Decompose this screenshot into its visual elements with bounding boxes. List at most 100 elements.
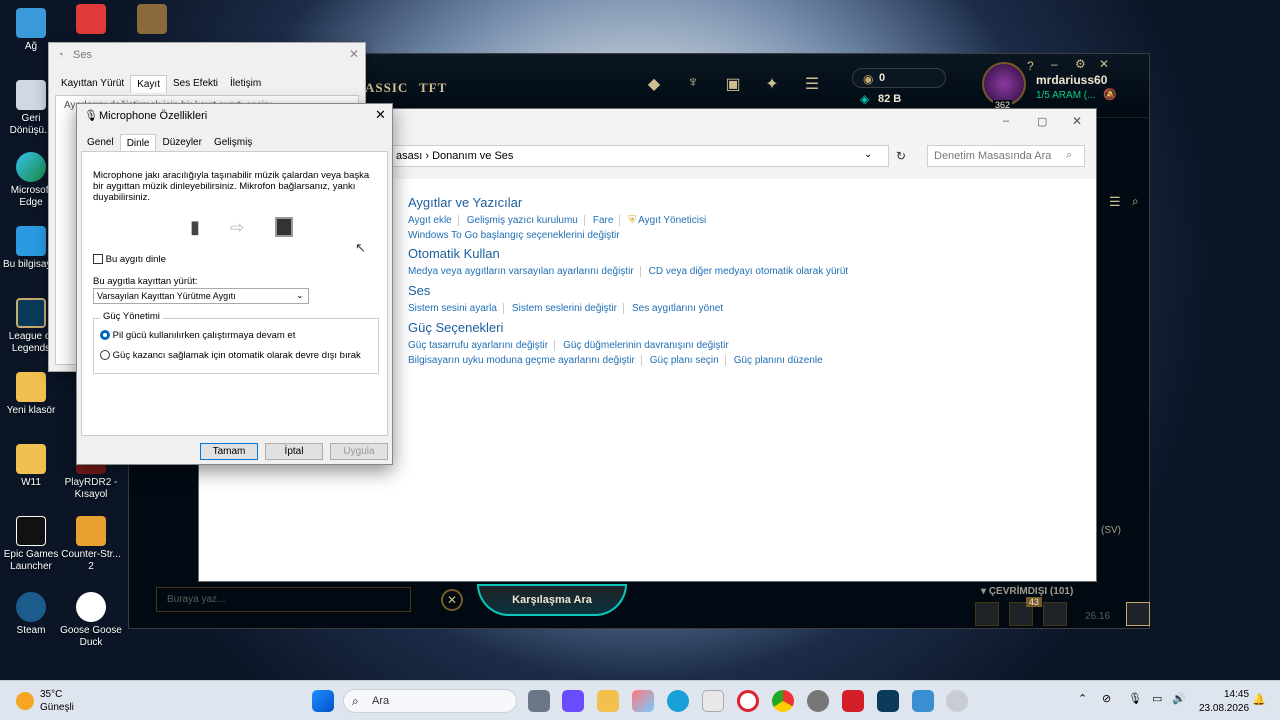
- sound-settings-icon[interactable]: [946, 690, 968, 712]
- ok-button[interactable]: Tamam: [200, 443, 258, 460]
- tab-recording[interactable]: Kayıt: [130, 75, 167, 93]
- apply-button[interactable]: Uygula: [330, 443, 388, 460]
- chevron-down-icon[interactable]: ⌄: [864, 149, 872, 160]
- steam-icon[interactable]: [807, 690, 829, 712]
- minimize-icon[interactable]: –: [1051, 57, 1058, 71]
- playback-device-select[interactable]: Varsayılan Kayıttan Yürütme Aygıtı ⌄: [93, 288, 309, 304]
- radio-selected[interactable]: [100, 330, 110, 341]
- find-match-button[interactable]: Karşılaşma Ara: [477, 584, 627, 616]
- tab-general[interactable]: Genel: [81, 134, 120, 152]
- cancel-queue-icon[interactable]: ✕: [441, 589, 463, 611]
- clock-time[interactable]: 14:45: [1224, 689, 1249, 700]
- desktop-icon-epic[interactable]: Epic Games Launcher: [0, 516, 62, 573]
- league-icon[interactable]: [877, 690, 899, 712]
- power-option-disable[interactable]: Güç kazancı sağlamak için otomatik olara…: [100, 350, 361, 361]
- riot-icon[interactable]: [842, 690, 864, 712]
- help-icon[interactable]: ?: [1027, 59, 1034, 73]
- weather-temp[interactable]: 35°C: [40, 689, 62, 700]
- friends-search-icon[interactable]: ⌕: [1132, 194, 1139, 209]
- tab-levels[interactable]: Düzeyler: [156, 134, 207, 152]
- refresh-icon[interactable]: ↻: [896, 149, 906, 163]
- nav-tft[interactable]: TFT: [419, 80, 447, 96]
- challenges-icon[interactable]: ♆: [682, 74, 704, 96]
- link[interactable]: Güç tasarrufu ayarlarını değiştir: [408, 340, 548, 351]
- tab-playback[interactable]: Kayıttan Yürüt: [55, 75, 130, 93]
- link[interactable]: Fare: [583, 215, 614, 226]
- monitor-icon[interactable]: ▭: [1152, 692, 1162, 705]
- desktop-icon-new-folder[interactable]: Yeni klasör: [0, 372, 62, 417]
- be-counter[interactable]: ◉ 0: [852, 68, 946, 88]
- category-title[interactable]: Otomatik Kullan: [408, 246, 854, 261]
- loot-icon[interactable]: ▣: [722, 74, 744, 96]
- checkbox-box[interactable]: [93, 254, 103, 265]
- nav-classic[interactable]: ASSIC: [365, 80, 408, 96]
- copilot-icon[interactable]: [562, 690, 584, 712]
- power-option-continue[interactable]: Pil gücü kullanılırken çalıştırmaya deva…: [100, 330, 295, 341]
- tab-advanced[interactable]: Gelişmiş: [208, 134, 258, 152]
- chat-input[interactable]: Buraya yaz...: [156, 587, 411, 612]
- start-icon[interactable]: [312, 690, 334, 712]
- tab-communications[interactable]: İletişim: [224, 75, 267, 93]
- desktop-icon-steam[interactable]: Steam: [0, 592, 62, 637]
- desktop-icon-goose[interactable]: Goose Goose Duck: [60, 592, 122, 649]
- desktop-icon-cs2[interactable]: Counter-Str... 2: [60, 516, 122, 573]
- radio-unselected[interactable]: [100, 350, 110, 361]
- link[interactable]: Bilgisayarın uyku moduna geçme ayarların…: [408, 355, 635, 366]
- address-bar[interactable]: asası › Donanım ve Ses ⌄: [389, 145, 889, 167]
- desktop-icon-w11[interactable]: W11: [0, 444, 62, 489]
- chat-mute-icon[interactable]: 🔕: [1103, 88, 1117, 101]
- link[interactable]: Sistem sesini ayarla: [408, 303, 497, 314]
- desktop-icon-app1[interactable]: [60, 4, 122, 37]
- store-icon[interactable]: ☰: [801, 74, 823, 96]
- settings-icon[interactable]: ⚙: [1075, 57, 1086, 71]
- edge-icon[interactable]: [667, 690, 689, 712]
- clock-date[interactable]: 23.08.2026: [1199, 703, 1249, 714]
- chevron-up-icon[interactable]: ⌃: [1078, 692, 1087, 705]
- link[interactable]: CD veya diğer medyayı otomatik olarak yü…: [639, 266, 849, 277]
- link[interactable]: Windows To Go başlangıç seçeneklerini de…: [408, 230, 620, 241]
- tab-listen[interactable]: Dinle: [119, 134, 157, 152]
- link[interactable]: Gelişmiş yazıcı kurulumu: [457, 215, 578, 226]
- friends-list-icon[interactable]: ☰: [1109, 194, 1121, 210]
- task-view-icon[interactable]: [528, 690, 550, 712]
- listen-checkbox[interactable]: Bu aygıtı dinle: [93, 254, 166, 265]
- category-title[interactable]: Güç Seçenekleri: [408, 320, 829, 335]
- store-icon[interactable]: [702, 690, 724, 712]
- copilot-app-icon[interactable]: [632, 690, 654, 712]
- close-icon[interactable]: ✕: [349, 47, 359, 61]
- voice-icon[interactable]: [1043, 602, 1067, 626]
- volume-icon[interactable]: 🔊: [1172, 692, 1186, 705]
- link[interactable]: Güç planı seçin: [640, 355, 719, 366]
- notification-bell-icon[interactable]: 🔔: [1252, 693, 1266, 706]
- search-input[interactable]: Denetim Masasında Ara ⌕: [927, 145, 1085, 167]
- minimize-icon[interactable]: –: [1003, 115, 1009, 127]
- tft-icon[interactable]: ✦: [761, 74, 783, 96]
- category-title[interactable]: Ses: [408, 283, 729, 298]
- microphone-icon[interactable]: 🎙: [1128, 692, 1142, 705]
- close-icon[interactable]: ✕: [375, 107, 386, 123]
- search-box[interactable]: ⌕ Ara: [343, 689, 517, 713]
- chat-toggle-icon[interactable]: [975, 602, 999, 626]
- cancel-button[interactable]: İptal: [265, 443, 323, 460]
- control-panel-icon[interactable]: [912, 690, 934, 712]
- chrome-icon[interactable]: [772, 690, 794, 712]
- link[interactable]: Medya veya aygıtların varsayılan ayarlar…: [408, 266, 634, 277]
- link[interactable]: Güç düğmelerinin davranışını değiştir: [554, 340, 729, 351]
- tab-sounds[interactable]: Ses Efekti: [167, 75, 224, 93]
- collection-icon[interactable]: ◆: [643, 74, 665, 96]
- link[interactable]: Ses aygıtlarını yönet: [622, 303, 724, 314]
- close-icon[interactable]: ✕: [1072, 114, 1082, 128]
- report-bug-icon[interactable]: [1126, 602, 1150, 626]
- category-title[interactable]: Aygıtlar ve Yazıcılar: [408, 195, 712, 210]
- network-off-icon[interactable]: ⊘: [1102, 692, 1111, 705]
- close-icon[interactable]: ✕: [1099, 57, 1109, 71]
- link[interactable]: ⛨ Aygıt Yöneticisi: [619, 215, 707, 226]
- file-explorer-icon[interactable]: [597, 690, 619, 712]
- link[interactable]: Sistem seslerini değiştir: [502, 303, 617, 314]
- weather-desc[interactable]: Güneşli: [40, 702, 74, 713]
- opera-icon[interactable]: [737, 690, 759, 712]
- link[interactable]: Güç planını düzenle: [724, 355, 823, 366]
- link[interactable]: Aygıt ekle: [408, 215, 452, 226]
- desktop-icon-app2[interactable]: [121, 4, 183, 37]
- maximize-icon[interactable]: ▢: [1037, 115, 1047, 128]
